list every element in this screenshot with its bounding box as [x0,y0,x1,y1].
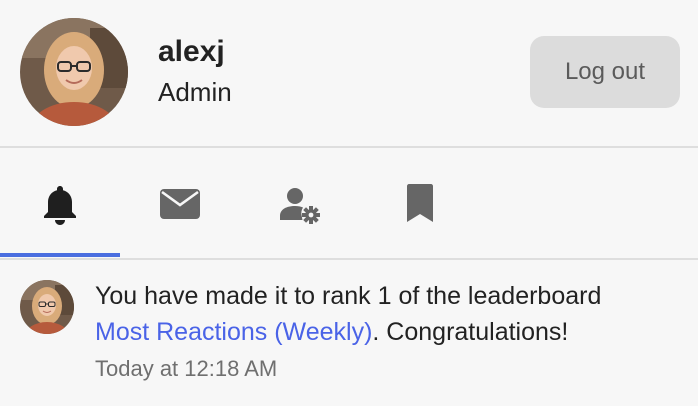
tab-bookmarks[interactable] [360,148,480,258]
envelope-icon [158,182,202,226]
avatar-image [20,280,74,334]
bookmark-icon [398,182,442,226]
notification-text-suffix: . Congratulations! [372,318,569,346]
notification-timestamp: Today at 12:18 AM [95,356,278,381]
bell-icon [38,182,82,226]
username: alexj [158,35,225,68]
notification-item[interactable]: You have made it to rank 1 of the leader… [0,260,698,406]
leaderboard-link[interactable]: Most Reactions (Weekly) [95,318,372,346]
active-tab-indicator [0,253,120,257]
tab-notifications[interactable] [0,148,120,258]
notification-text: You have made it to rank 1 of the leader… [95,282,602,310]
notification-text-line2: Most Reactions (Weekly). Congratulations… [95,314,568,350]
tab-bar [0,148,698,258]
avatar[interactable] [20,18,128,126]
avatar-image [20,18,128,126]
profile-header: alexj Admin Log out [0,0,698,146]
user-role: Admin [158,77,232,107]
tab-account-settings[interactable] [240,148,360,258]
user-settings-icon [278,182,322,226]
tab-messages[interactable] [120,148,240,258]
notification-avatar[interactable] [20,280,74,334]
logout-button[interactable]: Log out [530,36,680,108]
